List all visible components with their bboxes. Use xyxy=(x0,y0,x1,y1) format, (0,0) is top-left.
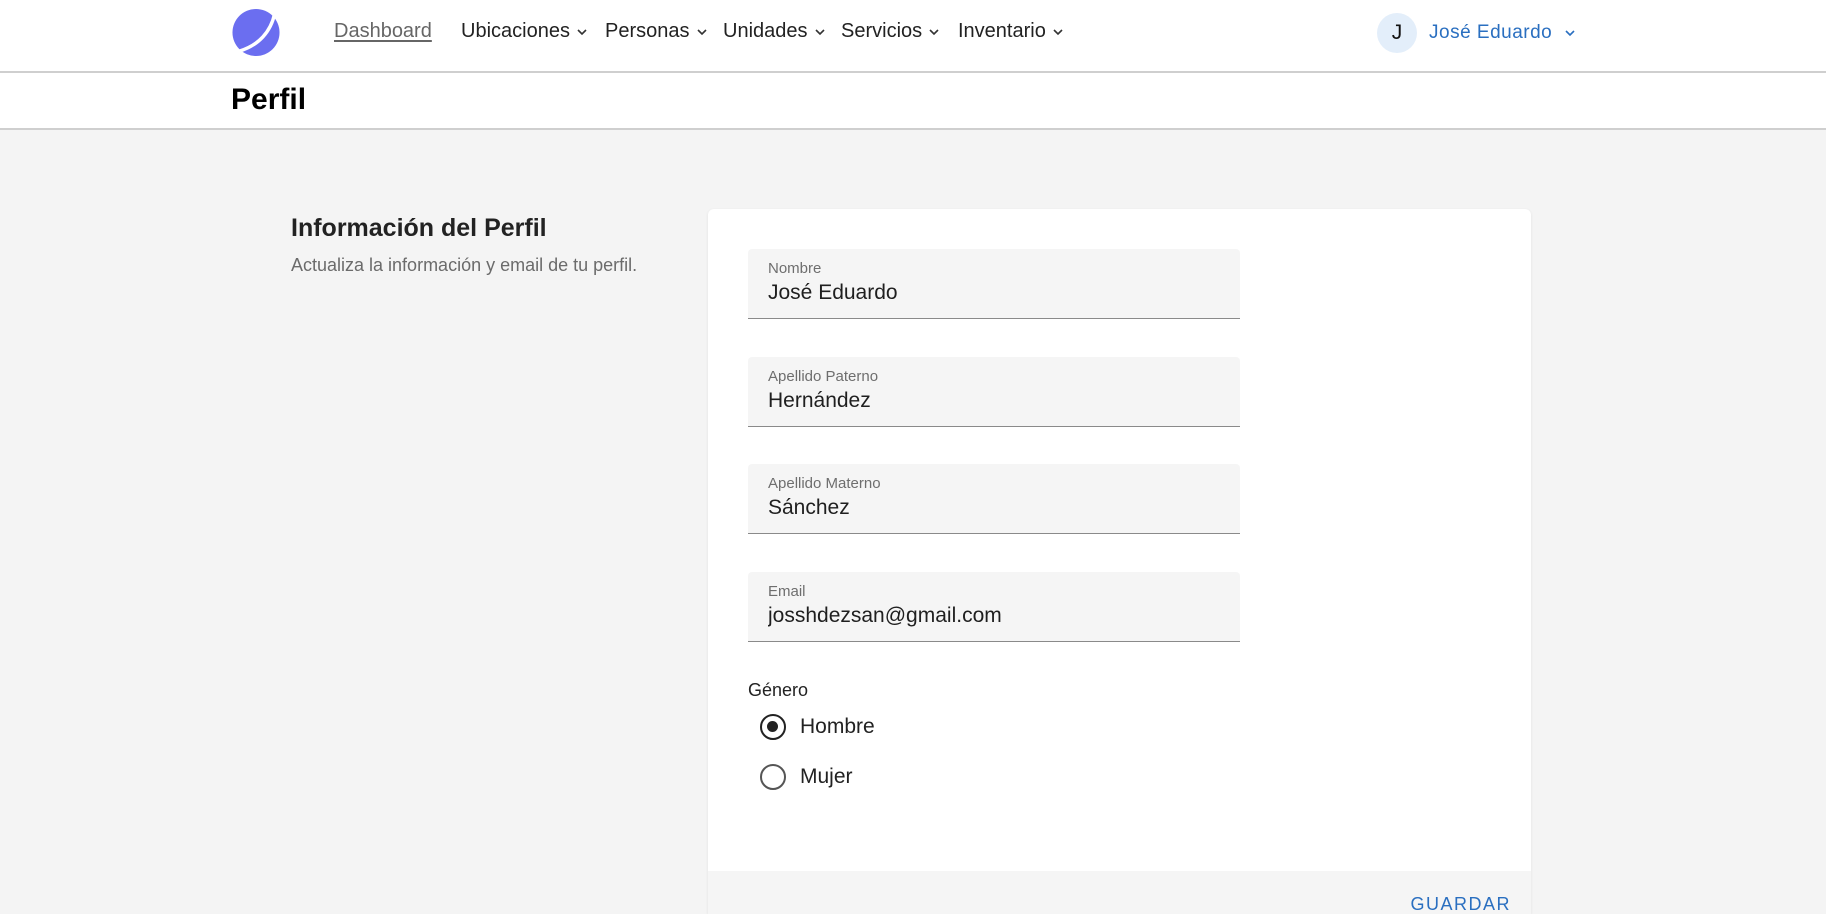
nav-dashboard-link[interactable]: Dashboard xyxy=(334,20,432,43)
profile-form-card: Nombre Apellido Paterno Apellido Materno… xyxy=(708,209,1531,914)
nav-inventario-menu[interactable]: Inventario xyxy=(958,20,1064,43)
apellido-paterno-input[interactable] xyxy=(768,389,1228,413)
radio-hombre[interactable]: Hombre xyxy=(760,714,875,740)
avatar: J xyxy=(1377,13,1417,53)
section-description: Actualiza la información y email de tu p… xyxy=(291,255,638,275)
form-footer: GUARDAR xyxy=(708,871,1531,914)
radio-mujer-circle[interactable] xyxy=(760,764,786,790)
apellido-materno-label: Apellido Materno xyxy=(768,475,881,492)
nav-ubicaciones-label: Ubicaciones xyxy=(461,20,570,42)
email-label: Email xyxy=(768,583,806,600)
chevron-down-icon xyxy=(577,28,587,35)
nav-unidades-label: Unidades xyxy=(723,20,808,42)
app-logo-icon[interactable] xyxy=(231,8,281,57)
apellido-paterno-label: Apellido Paterno xyxy=(768,368,879,385)
save-button[interactable]: GUARDAR xyxy=(1410,894,1511,914)
apellido-materno-field[interactable]: Apellido Materno xyxy=(748,464,1240,534)
nav-personas-label: Personas xyxy=(605,20,690,42)
top-navigation-bar: Dashboard Ubicaciones Personas Unidades … xyxy=(0,0,1826,73)
radio-mujer[interactable]: Mujer xyxy=(760,764,853,790)
user-name: José Eduardo xyxy=(1429,22,1553,43)
nombre-label: Nombre xyxy=(768,260,822,277)
page-header: Perfil xyxy=(0,73,1826,130)
nombre-field[interactable]: Nombre xyxy=(748,249,1240,319)
apellido-materno-input[interactable] xyxy=(768,496,1228,520)
user-menu[interactable]: J José Eduardo xyxy=(1377,13,1576,53)
chevron-down-icon xyxy=(814,28,825,35)
nav-unidades-menu[interactable]: Unidades xyxy=(723,20,826,43)
radio-mujer-label: Mujer xyxy=(800,765,853,788)
chevron-down-icon xyxy=(1053,28,1063,35)
nombre-input[interactable] xyxy=(768,281,1228,305)
section-title: Información del Perfil xyxy=(291,214,547,242)
genero-label: Género xyxy=(748,680,809,700)
nav-inventario-label: Inventario xyxy=(958,20,1046,42)
nav-personas-menu[interactable]: Personas xyxy=(605,20,708,43)
nav-servicios-menu[interactable]: Servicios xyxy=(841,20,940,43)
radio-hombre-label: Hombre xyxy=(800,715,875,738)
nav-ubicaciones-menu[interactable]: Ubicaciones xyxy=(461,20,588,43)
chevron-down-icon xyxy=(1565,30,1575,37)
email-input[interactable] xyxy=(768,604,1228,628)
nav-servicios-label: Servicios xyxy=(841,20,923,42)
radio-hombre-circle[interactable] xyxy=(760,714,786,740)
apellido-paterno-field[interactable]: Apellido Paterno xyxy=(748,357,1240,427)
email-field[interactable]: Email xyxy=(748,572,1240,642)
chevron-down-icon xyxy=(696,28,707,35)
page-title: Perfil xyxy=(231,83,307,116)
chevron-down-icon xyxy=(929,28,939,35)
